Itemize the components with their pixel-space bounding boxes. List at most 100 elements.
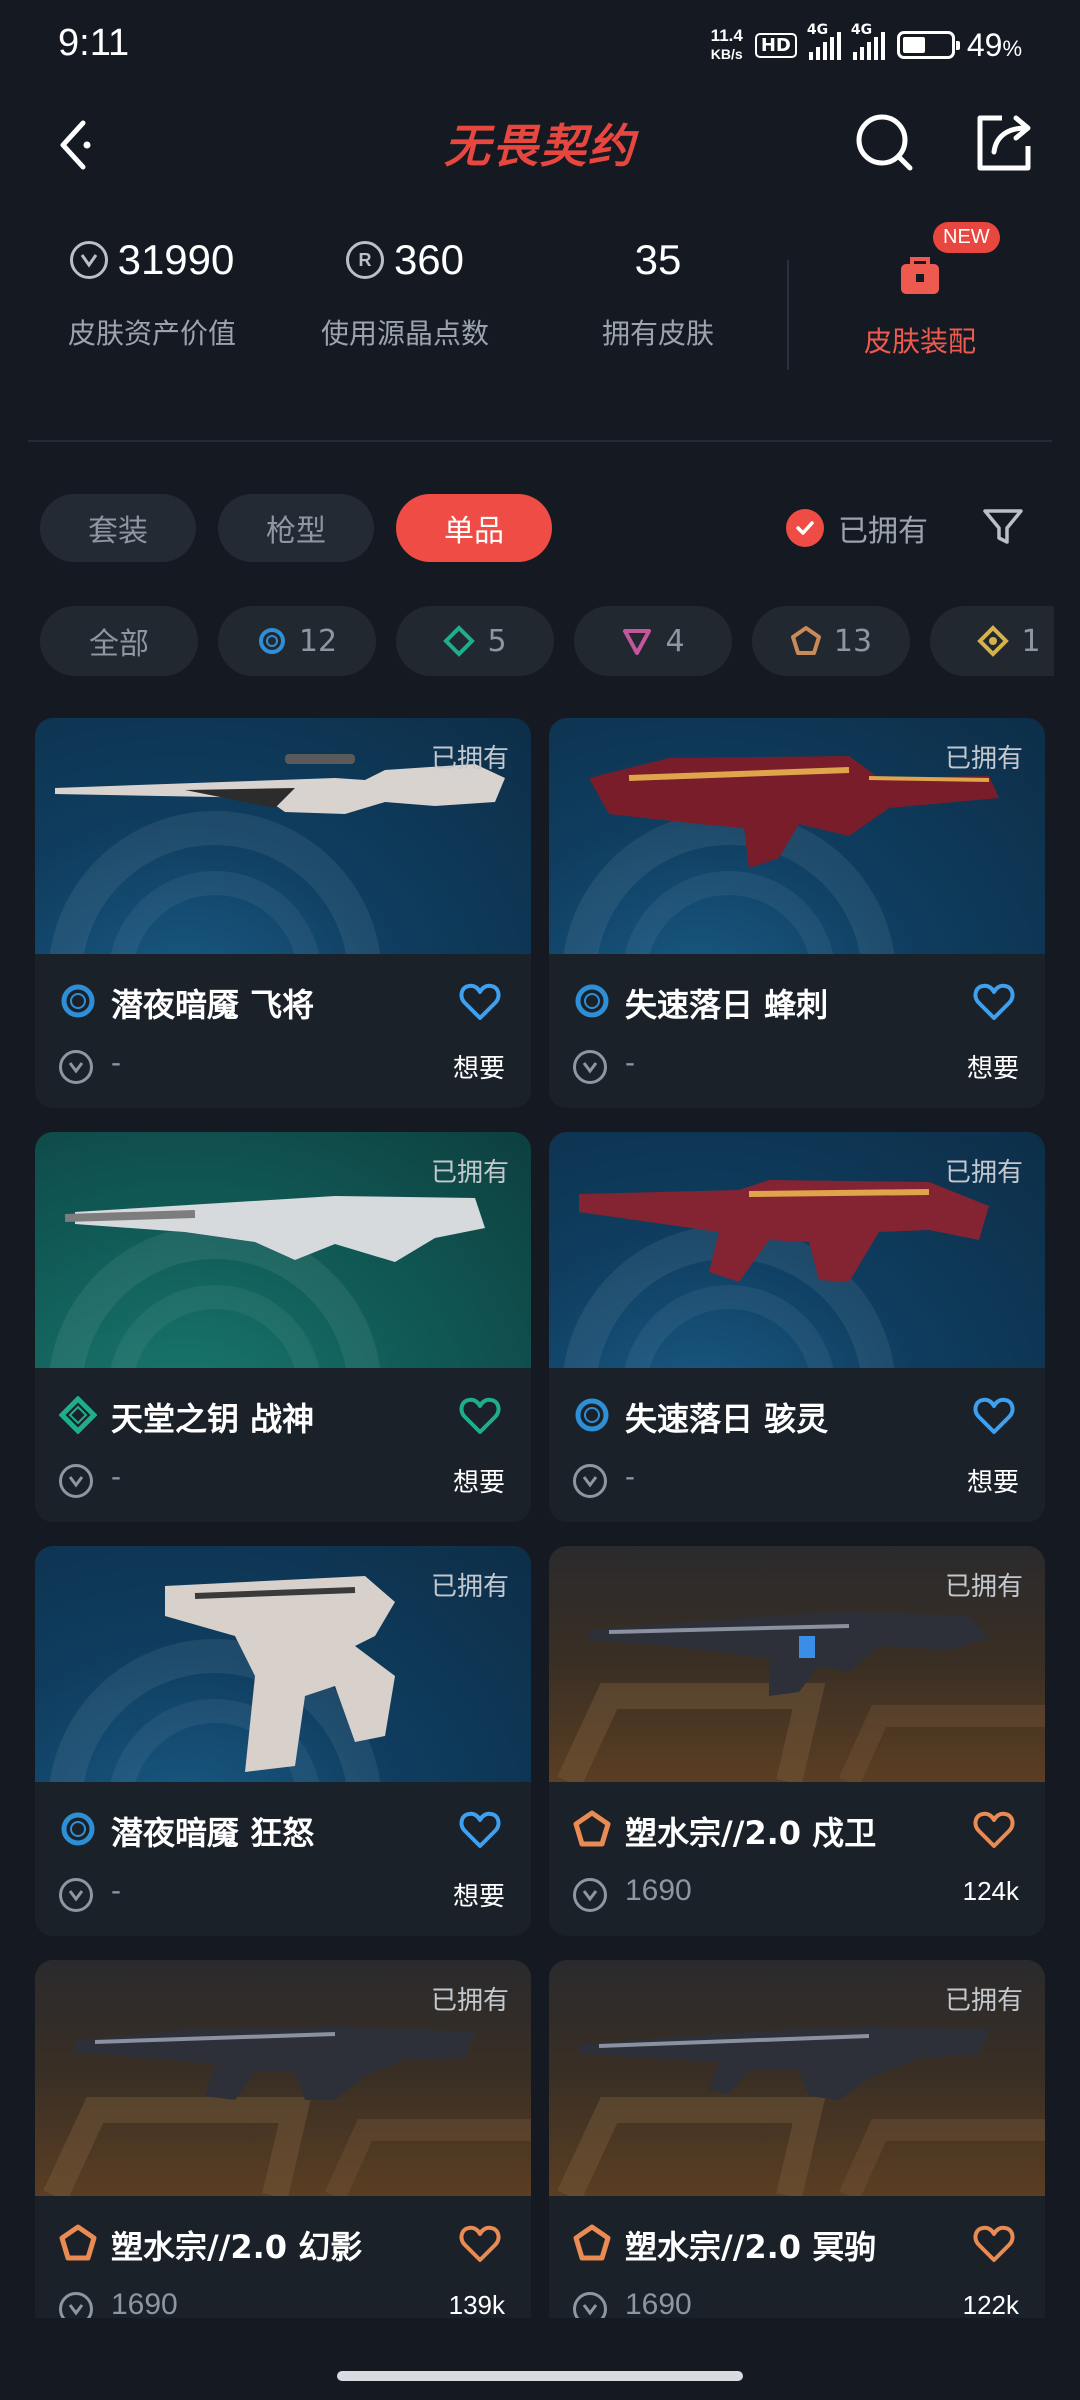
skin-image: 已拥有 xyxy=(35,718,531,954)
skin-image: 已拥有 xyxy=(35,1546,531,1782)
premium-tier-icon xyxy=(790,626,821,655)
owned-tag: 已拥有 xyxy=(430,1986,509,2016)
battery-value: 49 xyxy=(966,26,1003,63)
select-tier-icon xyxy=(258,628,285,654)
app-header: 无畏契约 xyxy=(0,100,1080,190)
premium-tier-icon xyxy=(59,2224,97,2262)
skin-price: 1690 xyxy=(625,2288,692,2321)
want-count: 想要 xyxy=(452,1881,505,1911)
tier-chip-label: 全部 xyxy=(89,627,149,662)
funnel-icon xyxy=(983,509,1023,544)
wishlist-heart-icon[interactable] xyxy=(459,982,501,1022)
tier-chip-select[interactable]: 12 xyxy=(218,606,376,676)
tier-chip-all[interactable]: 全部 xyxy=(40,606,198,676)
signal-tag-1: 4G xyxy=(806,22,829,38)
vp-icon xyxy=(59,1464,93,1498)
owned-tag: 已拥有 xyxy=(944,744,1023,774)
skin-loadout-label: 皮肤装配 xyxy=(863,325,976,358)
tab-suits[interactable]: 套装 xyxy=(40,494,196,562)
skin-price: - xyxy=(625,1046,635,1079)
wishlist-heart-icon[interactable] xyxy=(459,1396,501,1436)
home-indicator[interactable] xyxy=(337,2371,743,2381)
signal-tag-2: 4G xyxy=(850,22,873,38)
search-icon xyxy=(856,114,913,171)
radianite-stat: R 360 使用源晶点数 xyxy=(275,230,535,352)
tier-chip-premium[interactable]: 13 xyxy=(752,606,910,676)
check-icon xyxy=(786,509,824,547)
vp-icon xyxy=(69,241,108,279)
deluxe-tier-icon xyxy=(443,625,476,657)
vp-icon xyxy=(573,1464,607,1498)
battery-icon xyxy=(896,31,960,59)
skin-price: - xyxy=(111,1046,121,1079)
want-count: 想要 xyxy=(452,1053,505,1083)
skin-name: 潜夜暗魇 飞将 xyxy=(111,986,315,1024)
skin-name: 天堂之钥 战神 xyxy=(111,1400,315,1438)
tier-chip-deluxe[interactable]: 5 xyxy=(396,606,554,676)
search-button[interactable] xyxy=(850,108,920,178)
skin-loadout-button[interactable]: NEW 皮肤装配 xyxy=(800,222,1040,360)
skin-card[interactable]: 已拥有 潜夜暗魇 狂怒 - 想要 xyxy=(35,1546,531,1936)
skin-info: 失速落日 蜂刺 - 想要 xyxy=(549,954,1045,1108)
owned-filter-checkbox[interactable]: 已拥有 xyxy=(786,506,928,550)
asset-value: 31990 xyxy=(117,236,235,283)
skin-card[interactable]: 已拥有 塑水宗//2.0 幻影 1690 139k xyxy=(35,1960,531,2328)
premium-tier-icon xyxy=(573,2224,611,2262)
skin-image: 已拥有 xyxy=(549,1546,1045,1782)
skin-info: 失速落日 骇灵 - 想要 xyxy=(549,1368,1045,1522)
tier-chip-ultra[interactable]: 1 xyxy=(930,606,1054,676)
skin-card[interactable]: 已拥有 塑水宗//2.0 冥驹 1690 122k xyxy=(549,1960,1045,2328)
skin-card[interactable]: 已拥有 天堂之钥 战神 - 想要 xyxy=(35,1132,531,1522)
owned-tag: 已拥有 xyxy=(430,1572,509,1602)
tab-weapon-types[interactable]: 枪型 xyxy=(218,494,374,562)
vp-icon xyxy=(573,1050,607,1084)
tier-chip-exclusive[interactable]: 4 xyxy=(574,606,732,676)
skin-card-grid: 已拥有 潜夜暗魇 飞将 - 想要 已拥有 失速落日 蜂刺 - 想要 已拥有 天堂之钥 战神 - 想要已… xyxy=(35,718,1045,2328)
share-button[interactable] xyxy=(968,108,1038,178)
skin-price: - xyxy=(111,1460,121,1493)
wishlist-heart-icon[interactable] xyxy=(973,1810,1015,1850)
skins-owned-label: 拥有皮肤 xyxy=(601,317,714,350)
skins-owned-stat: 35 拥有皮肤 xyxy=(528,230,788,352)
asset-value-label: 皮肤资产价值 xyxy=(67,317,236,350)
skin-name: 塑水宗//2.0 冥驹 xyxy=(625,2228,877,2266)
filter-button[interactable] xyxy=(980,504,1026,550)
tier-chip-label: 1 xyxy=(1021,623,1041,659)
skin-card[interactable]: 已拥有 失速落日 骇灵 - 想要 xyxy=(549,1132,1045,1522)
skin-image: 已拥有 xyxy=(35,1132,531,1368)
skin-price: 1690 xyxy=(625,1874,692,1907)
wishlist-heart-icon[interactable] xyxy=(459,2224,501,2264)
network-speed-unit: KB/s xyxy=(710,46,743,62)
tier-chip-label: 5 xyxy=(487,623,507,659)
tier-chip-label: 12 xyxy=(298,623,338,659)
status-bar: 9:11 11.4 KB/s HD 4G 4G 49% xyxy=(0,0,1080,90)
select-tier-icon xyxy=(573,1396,611,1434)
network-speed-value: 11.4 xyxy=(710,26,743,45)
toolbox-icon xyxy=(901,257,939,294)
wishlist-heart-icon[interactable] xyxy=(973,982,1015,1022)
owned-tag: 已拥有 xyxy=(430,1158,509,1188)
vp-icon xyxy=(59,1050,93,1084)
skin-card[interactable]: 已拥有失速落日 蜂刺 - 想要 xyxy=(549,718,1045,1108)
skins-owned-value: 35 xyxy=(634,236,682,283)
category-tabs: 套装 枪型 单品 xyxy=(40,494,552,562)
section-divider xyxy=(28,440,1052,442)
skin-name: 塑水宗//2.0 幻影 xyxy=(111,2228,363,2266)
owned-tag: 已拥有 xyxy=(430,744,509,774)
status-icons: 11.4 KB/s HD 4G 4G 49% xyxy=(711,22,1022,68)
wishlist-heart-icon[interactable] xyxy=(973,1396,1015,1436)
skin-card[interactable]: 已拥有潜夜暗魇 飞将 - 想要 xyxy=(35,718,531,1108)
exclusive-tier-icon xyxy=(623,629,652,655)
want-count: 139k xyxy=(448,2290,505,2320)
signal-strength-icon-2: 4G xyxy=(851,22,885,60)
tab-single-items[interactable]: 单品 xyxy=(396,494,552,562)
status-time: 9:11 xyxy=(58,22,130,64)
select-tier-icon xyxy=(573,982,611,1020)
wishlist-heart-icon[interactable] xyxy=(459,1810,501,1850)
skin-name: 塑水宗//2.0 戍卫 xyxy=(625,1814,877,1852)
skin-card[interactable]: 已拥有 塑水宗//2.0 戍卫 1690 124k xyxy=(549,1546,1045,1936)
owned-filter-label: 已拥有 xyxy=(838,514,928,549)
wishlist-heart-icon[interactable] xyxy=(973,2224,1015,2264)
stats-divider xyxy=(787,260,789,370)
skin-info: 塑水宗//2.0 冥驹 1690 122k xyxy=(549,2196,1045,2328)
